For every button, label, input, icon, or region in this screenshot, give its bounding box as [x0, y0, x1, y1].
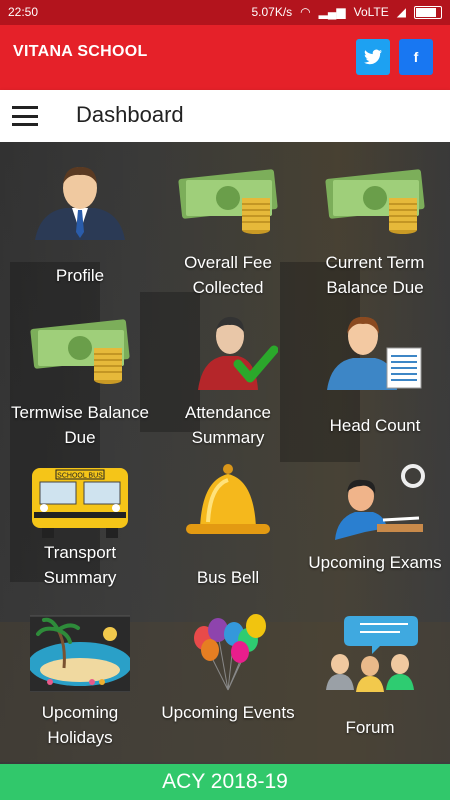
tile-forum[interactable]: Forum [300, 602, 440, 742]
status-time: 22:50 [8, 5, 39, 19]
balloons-icon [194, 614, 266, 691]
twitter-button[interactable] [356, 39, 390, 75]
tile-label: Forum [345, 718, 395, 737]
tile-label: Upcoming Exams [308, 553, 442, 572]
tile-overall-fee[interactable]: Overall Fee Collected [158, 152, 298, 297]
tile-label: Overall Fee Collected [184, 253, 272, 297]
wifi-icon: ◠ [300, 5, 311, 19]
tile-attendance[interactable]: Attendance Summary [158, 302, 298, 447]
tile-label: Transport Summary [43, 543, 117, 587]
twitter-icon [364, 49, 382, 65]
attendance-icon [198, 316, 278, 390]
tile-profile[interactable]: Profile [10, 152, 150, 292]
network-speed: 5.07K/s [251, 5, 293, 19]
tile-upcoming-exams[interactable]: Upcoming Exams [305, 452, 445, 592]
tile-head-count[interactable]: Head Count [305, 302, 445, 442]
holiday-icon [30, 615, 130, 692]
page-title: Dashboard [76, 102, 184, 127]
battery-icon [414, 5, 442, 19]
tile-label: Current Term Balance Due [325, 253, 425, 297]
facebook-icon: f [413, 49, 419, 65]
tile-label: Upcoming Events [161, 703, 295, 722]
tile-label: Profile [55, 266, 105, 285]
tile-upcoming-holidays[interactable]: Upcoming Holidays [10, 602, 150, 747]
tile-termwise[interactable]: Termwise Balance Due [10, 302, 150, 447]
tile-label: Attendance Summary [184, 403, 271, 447]
tile-label: Head Count [329, 416, 421, 435]
facebook-button[interactable]: f [399, 39, 433, 75]
bus-sign-text: SCHOOL BUS [57, 473, 103, 480]
toolbar: Dashboard [0, 90, 450, 142]
money-icon [30, 319, 130, 384]
tile-label: Termwise Balance Due [11, 403, 149, 447]
tile-label: Bus Bell [196, 568, 260, 587]
tile-upcoming-events[interactable]: Upcoming Events [158, 602, 298, 742]
money-icon [178, 169, 278, 234]
signal-icon: ▂▄▆ [318, 5, 346, 19]
dashboard-grid: Profile Overall Fee Collected Current Te… [0, 142, 450, 764]
head-count-icon [327, 316, 422, 390]
forum-icon [326, 616, 418, 692]
tile-current-term[interactable]: Current Term Balance Due [305, 152, 445, 297]
bell-icon [186, 464, 270, 534]
school-bus-icon: SCHOOL BUS [32, 468, 128, 538]
menu-icon[interactable] [12, 106, 38, 126]
academic-year-label: ACY 2018-19 [162, 770, 288, 793]
tile-bus-bell[interactable]: Bus Bell [158, 452, 298, 592]
signal-icon-2: ◢ [396, 5, 406, 19]
status-icons: 5.07K/s ◠ ▂▄▆ VoLTE ◢ [251, 5, 442, 19]
network-type: VoLTE [353, 5, 389, 19]
money-icon [325, 169, 425, 234]
app-header: VITANA SCHOOL f [0, 25, 450, 90]
exam-icon [335, 464, 425, 540]
status-bar: 22:50 5.07K/s ◠ ▂▄▆ VoLTE ◢ [0, 0, 450, 25]
profile-icon [35, 166, 125, 240]
app-title: VITANA SCHOOL [13, 43, 148, 60]
tile-transport[interactable]: SCHOOL BUS Transport Summary [10, 452, 150, 592]
academic-year-bar[interactable]: ACY 2018-19 [0, 764, 450, 800]
tile-label: Upcoming Holidays [41, 703, 119, 747]
